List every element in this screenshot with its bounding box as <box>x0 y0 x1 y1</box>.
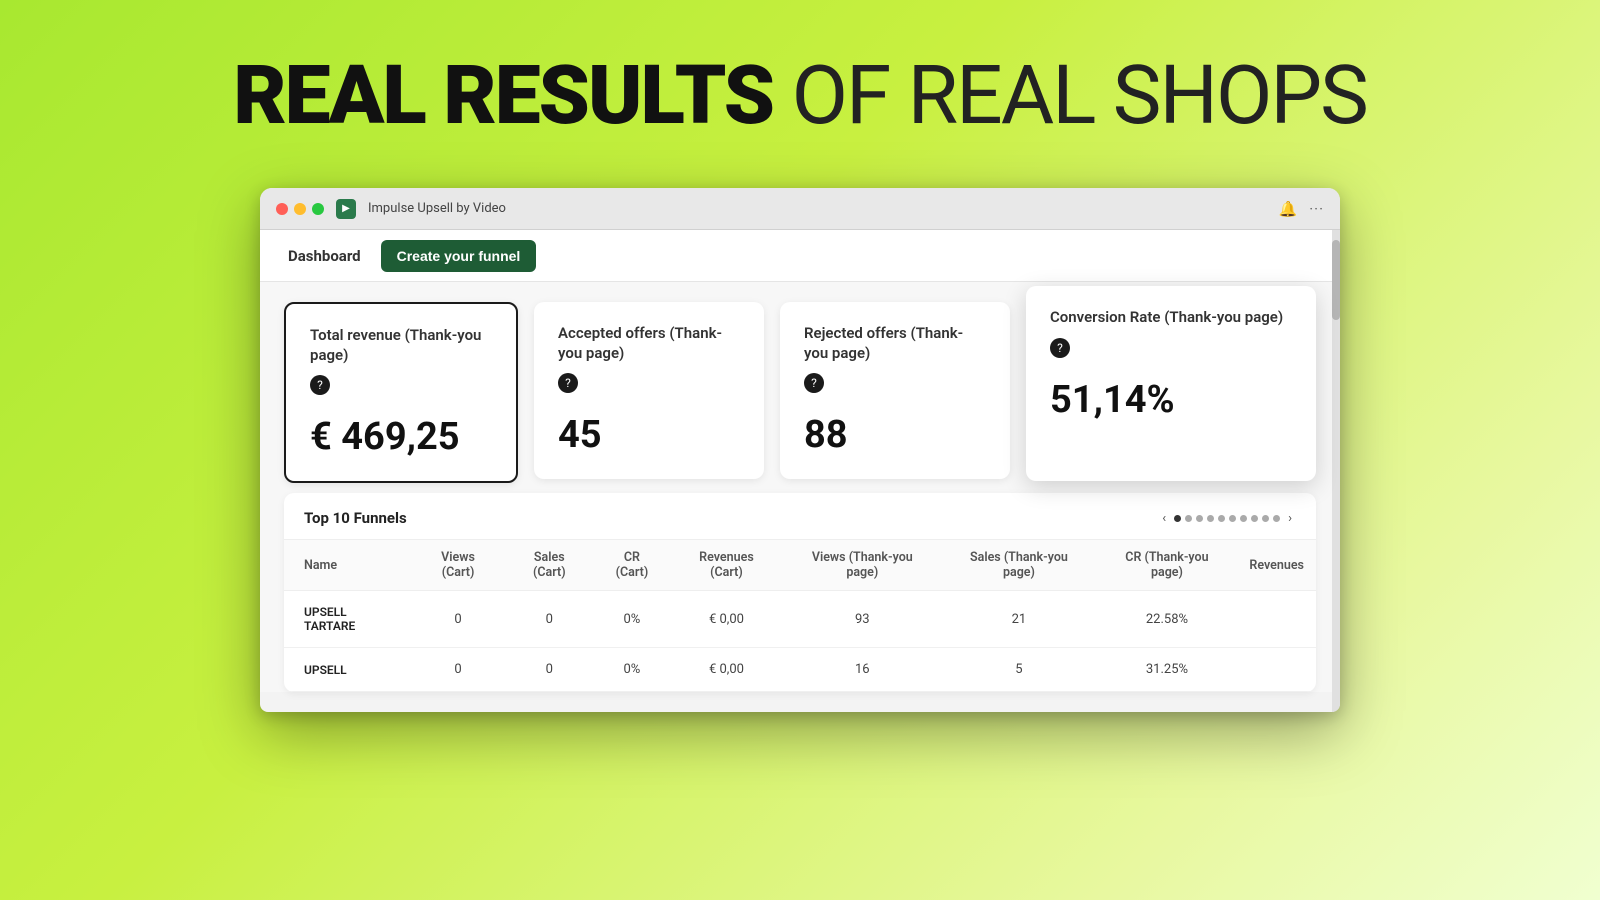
card-title-revenue: Total revenue (Thank-you page) <box>310 326 492 365</box>
app-nav: Dashboard Create your funnel <box>260 230 1340 282</box>
views-ty-2: 16 <box>783 648 941 692</box>
stat-card-conversion: Conversion Rate (Thank-you page) ? 51,14… <box>1026 286 1316 481</box>
pagination-dot-1 <box>1174 515 1181 522</box>
browser-dot-red <box>276 203 288 215</box>
funnel-name-1: UPSELL TARTARE <box>284 591 412 648</box>
pagination-dot-10 <box>1273 515 1280 522</box>
main-cards-group: Total revenue (Thank-you page) ? € 469,2… <box>284 302 1010 483</box>
cr-cart-1: 0% <box>594 591 669 648</box>
browser-dot-yellow <box>294 203 306 215</box>
more-icon[interactable]: ··· <box>1309 200 1324 218</box>
cr-cart-2: 0% <box>594 648 669 692</box>
col-revenues-cart: Revenues (Cart) <box>670 540 784 591</box>
browser-titlebar: ▶ Impulse Upsell by Video 🔔 ··· <box>260 188 1340 230</box>
pagination-dot-4 <box>1207 515 1214 522</box>
sales-cart-1: 0 <box>504 591 594 648</box>
card-help-revenue[interactable]: ? <box>310 375 330 395</box>
pagination-next-arrow[interactable]: › <box>1284 511 1296 526</box>
views-cart-1: 0 <box>412 591 505 648</box>
table-section: Top 10 Funnels ‹ › <box>284 493 1316 692</box>
col-sales-cart: Sales (Cart) <box>504 540 594 591</box>
card-value-accepted: 45 <box>558 413 740 457</box>
browser-scrollbar[interactable] <box>1332 230 1340 712</box>
card-help-rejected[interactable]: ? <box>804 373 824 393</box>
app-content: Dashboard Create your funnel Total reven… <box>260 230 1340 692</box>
pagination-dot-5 <box>1218 515 1225 522</box>
funnels-table: Name Views (Cart) Sales (Cart) CR (Cart) <box>284 540 1316 692</box>
browser-scrollbar-thumb <box>1332 240 1340 320</box>
card-title-accepted: Accepted offers (Thank-you page) <box>558 324 740 363</box>
card-title-conversion: Conversion Rate (Thank-you page) <box>1050 308 1292 328</box>
table-title: Top 10 Funnels <box>304 509 407 527</box>
pagination-dot-8 <box>1251 515 1258 522</box>
browser-window: ▶ Impulse Upsell by Video 🔔 ··· Dashboar… <box>260 188 1340 712</box>
col-sales-ty: Sales (Thank-you page) <box>941 540 1096 591</box>
browser-app-title: Impulse Upsell by Video <box>368 201 1267 216</box>
pagination-dot-2 <box>1185 515 1192 522</box>
table-row: UPSELL TARTARE 0 0 0% € 0,00 <box>284 591 1316 648</box>
app-icon: ▶ <box>336 199 356 219</box>
nav-dashboard-tab[interactable]: Dashboard <box>284 241 365 271</box>
table-pagination: ‹ › <box>1158 511 1296 526</box>
table-header: Top 10 Funnels ‹ › <box>284 493 1316 540</box>
pagination-dot-9 <box>1262 515 1269 522</box>
stat-card-total-revenue: Total revenue (Thank-you page) ? € 469,2… <box>284 302 518 483</box>
revenues-cart-1: € 0,00 <box>670 591 784 648</box>
col-revenues: Revenues <box>1237 540 1316 591</box>
stat-card-accepted: Accepted offers (Thank-you page) ? 45 <box>534 302 764 479</box>
cr-ty-1: 22.58% <box>1097 591 1238 648</box>
headline-bold: REAL RESULTS <box>233 48 773 144</box>
col-views-ty: Views (Thank-you page) <box>783 540 941 591</box>
card-help-accepted[interactable]: ? <box>558 373 578 393</box>
views-cart-2: 0 <box>412 648 505 692</box>
revenues-1 <box>1237 591 1316 648</box>
pagination-dot-7 <box>1240 515 1247 522</box>
card-help-conversion[interactable]: ? <box>1050 338 1070 358</box>
card-value-rejected: 88 <box>804 413 986 457</box>
table-row: UPSELL 0 0 0% € 0,00 <box>284 648 1316 692</box>
pagination-dot-6 <box>1229 515 1236 522</box>
bell-icon[interactable]: 🔔 <box>1279 200 1298 218</box>
funnel-name-2: UPSELL <box>284 648 412 692</box>
create-funnel-button[interactable]: Create your funnel <box>381 240 537 272</box>
pagination-dot-3 <box>1196 515 1203 522</box>
card-title-rejected: Rejected offers (Thank-you page) <box>804 324 986 363</box>
cr-ty-2: 31.25% <box>1097 648 1238 692</box>
sales-ty-2: 5 <box>941 648 1096 692</box>
sales-ty-1: 21 <box>941 591 1096 648</box>
col-cr-ty: CR (Thank-you page) <box>1097 540 1238 591</box>
headline-light: OF REAL SHOPS <box>792 48 1367 144</box>
headline: REAL RESULTS OF REAL SHOPS <box>233 48 1367 144</box>
col-name: Name <box>284 540 412 591</box>
revenues-cart-2: € 0,00 <box>670 648 784 692</box>
views-ty-1: 93 <box>783 591 941 648</box>
sales-cart-2: 0 <box>504 648 594 692</box>
pagination-prev-arrow[interactable]: ‹ <box>1158 511 1170 526</box>
card-value-revenue: € 469,25 <box>310 415 492 459</box>
col-views-cart: Views (Cart) <box>412 540 505 591</box>
browser-dot-green <box>312 203 324 215</box>
col-cr-cart: CR (Cart) <box>594 540 669 591</box>
revenues-2 <box>1237 648 1316 692</box>
cards-section: Total revenue (Thank-you page) ? € 469,2… <box>260 282 1340 493</box>
card-value-conversion: 51,14% <box>1050 378 1292 422</box>
stat-card-rejected: Rejected offers (Thank-you page) ? 88 <box>780 302 1010 479</box>
browser-dots <box>276 203 324 215</box>
